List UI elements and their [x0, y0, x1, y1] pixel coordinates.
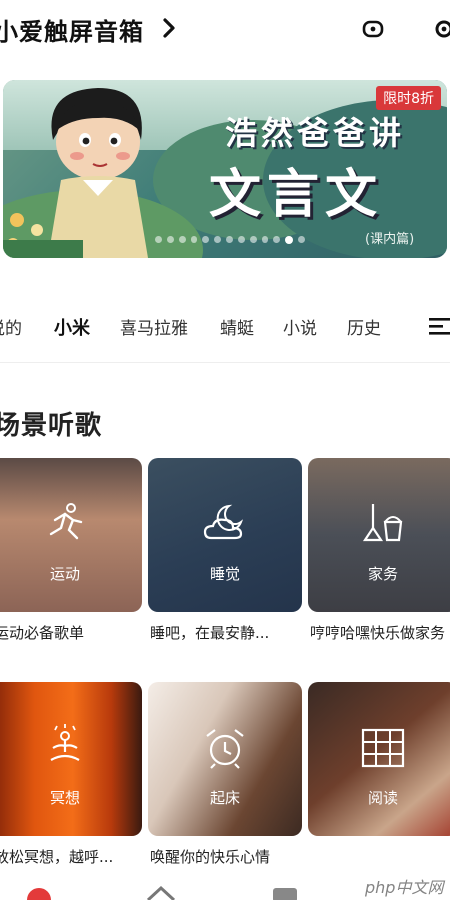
- promo-banner[interactable]: 限时8折 浩然爸爸讲 文言文 (课内篇): [3, 80, 447, 258]
- banner-title: 文言文: [209, 165, 384, 225]
- carousel-dot[interactable]: [237, 236, 245, 243]
- carousel-dot[interactable]: [298, 236, 305, 243]
- nav-add-icon[interactable]: [270, 885, 300, 900]
- running-icon: [49, 503, 83, 540]
- carousel-dot[interactable]: [214, 236, 222, 243]
- watermark: php中文网: [365, 878, 444, 897]
- card-label: 睡觉: [209, 565, 240, 583]
- scene-card-wakeup[interactable]: 起床: [148, 682, 302, 836]
- carousel-dot[interactable]: [226, 236, 233, 243]
- scene-card-meditation[interactable]: 冥想: [0, 682, 142, 836]
- card-caption: 运动必备歌单: [0, 624, 85, 642]
- alarm-clock-icon: [206, 729, 244, 769]
- card-label: 阅读: [367, 789, 398, 807]
- header: 小爱触屏音箱: [0, 0, 450, 58]
- tab-xiaomi[interactable]: 小米: [54, 314, 90, 340]
- card-caption: 哼哼哈嘿快乐做家务: [310, 624, 446, 642]
- divider: [0, 362, 450, 363]
- flower-decoration: [3, 213, 83, 258]
- tab-ximalaya[interactable]: 喜马拉雅: [120, 314, 188, 339]
- carousel-dot[interactable]: [285, 236, 294, 244]
- tab-qingting[interactable]: 蜻蜓: [220, 314, 254, 339]
- tab-xiaoshuo[interactable]: 小说: [283, 314, 317, 339]
- settings-icon[interactable]: [433, 18, 450, 40]
- banner-subtitle: (课内篇): [365, 232, 415, 247]
- scene-card-sport[interactable]: 运动: [0, 458, 142, 612]
- scene-card-sleep[interactable]: 睡觉: [148, 458, 302, 612]
- banner-headline: 浩然爸爸讲: [225, 114, 406, 152]
- nav-home-icon[interactable]: [24, 885, 54, 900]
- scene-card-reading[interactable]: 阅读: [308, 682, 450, 836]
- carousel-dot[interactable]: [202, 236, 210, 243]
- carousel-dot[interactable]: [249, 236, 257, 243]
- device-title[interactable]: 小爱触屏音箱: [0, 12, 144, 47]
- menu-icon[interactable]: [429, 317, 450, 335]
- speaker-icon[interactable]: [362, 18, 384, 40]
- chevron-right-icon[interactable]: [159, 16, 179, 40]
- moon-cloud-icon: [203, 504, 244, 540]
- card-label: 运动: [49, 565, 80, 583]
- card-label: 家务: [367, 565, 398, 583]
- bookshelf-icon: [361, 728, 405, 768]
- carousel-dot[interactable]: [155, 236, 162, 243]
- category-tabs: 说的 小米 喜马拉雅 蜻蜓 小说 历史: [0, 314, 450, 342]
- carousel-dot[interactable]: [178, 236, 186, 243]
- meditation-icon: [50, 724, 80, 761]
- card-label: 冥想: [49, 789, 80, 807]
- card-caption: 唤醒你的快乐心情: [150, 848, 271, 866]
- carousel-dots: [155, 236, 305, 246]
- carousel-dot[interactable]: [166, 236, 174, 243]
- tab-lishi[interactable]: 历史: [347, 314, 381, 339]
- scene-card-housework[interactable]: 家务: [308, 458, 450, 612]
- tab-shuo[interactable]: 说的: [0, 314, 22, 339]
- carousel-dot[interactable]: [273, 236, 281, 243]
- broom-bucket-icon: [362, 504, 403, 542]
- card-caption: 睡吧，在最安静...: [150, 624, 270, 642]
- card-caption: 放松冥想，越呼...: [0, 848, 114, 866]
- carousel-dot[interactable]: [261, 236, 269, 243]
- section-title: 场景听歌: [0, 411, 103, 441]
- carousel-dot[interactable]: [190, 236, 198, 243]
- discount-tag: 限时8折: [376, 86, 441, 110]
- nav-skill-icon[interactable]: [146, 885, 176, 900]
- card-label: 起床: [209, 789, 240, 807]
